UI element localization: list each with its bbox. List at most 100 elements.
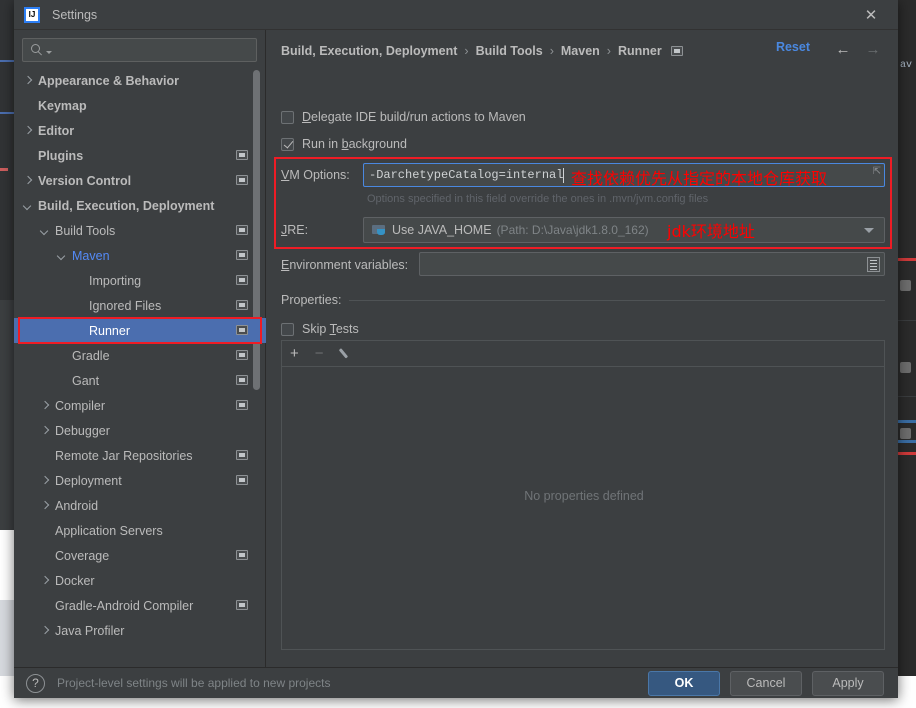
sidebar-item-debugger[interactable]: Debugger [14,418,266,443]
sidebar-item-label: Plugins [38,148,84,163]
sidebar-item-gradle[interactable]: Gradle [14,343,266,368]
bg-right-marker-blue-2 [898,440,916,443]
close-icon[interactable]: ✕ [848,0,894,30]
project-level-setting-icon [236,175,248,185]
footer-message: Project-level settings will be applied t… [57,676,331,690]
breadcrumb-item[interactable]: Maven [561,44,600,58]
jre-path-text: (Path: D:\Java\jdk1.8.0_162) [496,223,649,237]
sidebar-item-runner[interactable]: Runner [14,318,266,343]
checkbox-skip-tests[interactable]: Skip Tests [281,322,359,336]
sidebar-item-gradle-android-compiler[interactable]: Gradle-Android Compiler [14,593,266,618]
chevron-right-icon[interactable] [22,125,33,136]
sidebar-item-label: Docker [55,573,95,588]
back-arrow-icon[interactable]: ← [834,42,852,58]
help-icon[interactable]: ? [26,673,45,693]
settings-sidebar: Appearance & Behavior Keymap Editor Plugins… [14,30,266,667]
sidebar-item-maven[interactable]: Maven [14,243,266,268]
apply-button[interactable]: Apply [812,670,884,696]
project-level-setting-icon [236,400,248,410]
checkbox-box-run-background[interactable] [281,137,294,151]
properties-section-title: Properties: [281,293,350,307]
bg-left-segment-3 [0,530,14,600]
sidebar-item-editor[interactable]: Editor [14,118,266,143]
sidebar-item-coverage[interactable]: Coverage [14,543,266,568]
checkbox-delegate-ide-build[interactable]: Delegate IDE build/run actions to Maven [281,110,526,124]
project-level-setting-icon [236,375,248,385]
sidebar-item-docker[interactable]: Docker [14,568,266,593]
chevron-right-icon[interactable] [22,175,33,186]
checkbox-run-in-background[interactable]: Run in background [281,137,407,151]
cancel-button[interactable]: Cancel [730,670,802,696]
reset-button[interactable]: Reset [776,40,810,54]
sidebar-item-build-tools[interactable]: Build Tools [14,218,266,243]
breadcrumb-item[interactable]: Build Tools [476,44,543,58]
sidebar-item-java-profiler[interactable]: Java Profiler [14,618,266,643]
sidebar-item-label: Java Profiler [55,623,125,638]
environment-variables-browse-icon[interactable] [867,257,880,272]
forward-arrow-icon[interactable]: → [864,42,882,58]
vm-options-value: -DarchetypeCatalog=internal [369,168,564,182]
sidebar-item-application-servers[interactable]: Application Servers [14,518,266,543]
checkbox-box-skip-tests[interactable] [281,322,294,336]
project-level-setting-icon [236,350,248,360]
project-level-setting-icon [236,150,248,160]
chevron-right-icon[interactable] [39,575,50,586]
sidebar-item-gant[interactable]: Gant [14,368,266,393]
search-input[interactable] [52,43,256,57]
sidebar-item-version-control[interactable]: Version Control [14,168,266,193]
chevron-right-icon[interactable] [39,625,50,636]
sidebar-item-label: Editor [38,123,75,138]
chevron-down-icon[interactable] [864,228,874,233]
sidebar-item-label: Compiler [55,398,106,413]
sidebar-item-keymap[interactable]: Keymap [14,93,266,118]
ok-button[interactable]: OK [648,670,720,696]
settings-tree[interactable]: Appearance & Behavior Keymap Editor Plugins… [14,68,266,666]
project-level-setting-icon [236,275,248,285]
breadcrumb-item[interactable]: Build, Execution, Deployment [281,44,457,58]
sidebar-item-deployment[interactable]: Deployment [14,468,266,493]
sidebar-item-plugins[interactable]: Plugins [14,143,266,168]
environment-variables-input[interactable] [419,252,885,276]
footer-button-group: OK Cancel Apply [648,670,884,696]
environment-variables-label: Environment variables: [281,258,409,272]
bg-left-marker-blue-2 [0,112,14,114]
sidebar-item-remote-jar-repositories[interactable]: Remote Jar Repositories [14,443,266,468]
sidebar-item-appearance-behavior[interactable]: Appearance & Behavior [14,68,266,93]
text-caret [563,167,565,183]
chevron-right-icon[interactable] [39,425,50,436]
sidebar-item-ignored-files[interactable]: Ignored Files [14,293,266,318]
sidebar-item-android[interactable]: Android [14,493,266,518]
bg-right-gutter-icon-3 [900,428,911,439]
dialog-titlebar: IJ Settings ✕ [14,0,898,30]
search-box[interactable] [22,38,257,62]
checkbox-box-delegate[interactable] [281,110,294,124]
chevron-down-icon[interactable] [22,200,33,211]
breadcrumb-item[interactable]: Runner [618,44,662,58]
chevron-right-icon[interactable] [39,400,50,411]
properties-separator-line [281,300,885,301]
bg-right-gutter-icon-2 [900,362,911,373]
background-window-left-edge [0,0,14,676]
bg-left-marker-red [0,168,8,171]
jre-dropdown[interactable]: Use JAVA_HOME (Path: D:\Java\jdk1.8.0_16… [363,217,885,243]
chevron-down-icon[interactable] [56,250,67,261]
chevron-right-icon[interactable] [22,75,33,86]
sidebar-item-label: Gant [72,373,100,388]
vm-options-input[interactable]: -DarchetypeCatalog=internal ⇱ [363,163,885,187]
sidebar-item-compiler[interactable]: Compiler [14,393,266,418]
chevron-down-icon[interactable] [39,225,50,236]
sidebar-item-build-execution-deployment[interactable]: Build, Execution, Deployment [14,193,266,218]
chevron-right-icon[interactable] [39,500,50,511]
sidebar-item-label: Version Control [38,173,132,188]
chevron-right-icon[interactable] [39,475,50,486]
search-icon [31,43,44,57]
checkbox-label-delegate: Delegate IDE build/run actions to Maven [302,110,526,124]
sidebar-item-importing[interactable]: Importing [14,268,266,293]
expand-editor-icon[interactable]: ⇱ [873,166,881,177]
bg-right-marker-blue-1 [898,420,916,423]
sidebar-item-label: Gradle [72,348,110,363]
